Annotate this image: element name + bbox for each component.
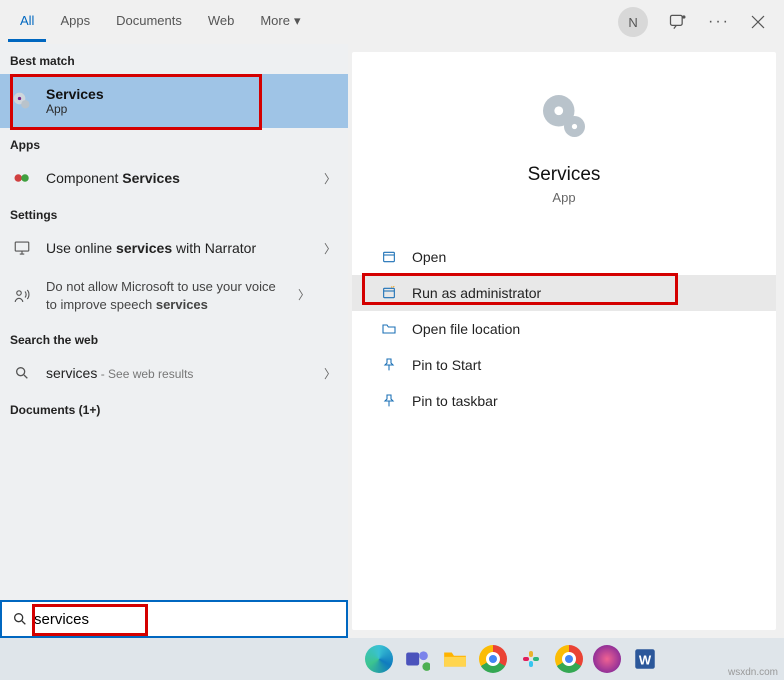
section-search-web: Search the web [0, 323, 348, 353]
section-apps: Apps [0, 128, 348, 158]
watermark: wsxdn.com [728, 667, 778, 678]
results-panel: Best match Services App Apps Component S… [0, 44, 348, 638]
action-open[interactable]: Open [352, 239, 776, 275]
folder-icon [380, 320, 398, 338]
detail-title: Services [528, 164, 601, 186]
highlight-search-text [32, 604, 148, 636]
component-icon [12, 168, 32, 188]
chevron-right-icon: 〉 [324, 240, 336, 257]
taskbar-teams-icon[interactable] [400, 642, 434, 676]
taskbar-edge-icon[interactable] [362, 642, 396, 676]
monitor-icon [12, 238, 32, 258]
action-pin-to-taskbar[interactable]: Pin to taskbar [352, 383, 776, 419]
search-icon [12, 611, 28, 627]
action-label: Pin to taskbar [412, 393, 498, 409]
gear-icon [536, 88, 592, 144]
tab-web[interactable]: Web [196, 3, 247, 42]
top-tabs-bar: All Apps Documents Web More ▾ N ··· [0, 0, 784, 44]
avatar[interactable]: N [618, 7, 648, 37]
taskbar-chrome-icon[interactable] [476, 642, 510, 676]
result-label: Component Services [46, 170, 310, 186]
tab-apps[interactable]: Apps [48, 3, 102, 42]
action-label: Pin to Start [412, 357, 481, 373]
highlight-run-admin [362, 273, 678, 305]
result-web-services[interactable]: services - See web results 〉 [0, 353, 348, 393]
section-settings: Settings [0, 198, 348, 228]
more-icon[interactable]: ··· [708, 13, 730, 31]
taskbar: W [0, 638, 784, 680]
action-label: Open [412, 249, 446, 265]
pin-icon [380, 392, 398, 410]
result-component-services[interactable]: Component Services 〉 [0, 158, 348, 198]
open-icon [380, 248, 398, 266]
taskbar-word-icon[interactable]: W [628, 642, 662, 676]
highlight-best-match [10, 74, 262, 130]
chevron-right-icon: 〉 [298, 287, 310, 303]
section-best-match: Best match [0, 44, 348, 74]
person-voice-icon [12, 286, 32, 306]
result-label: services - See web results [46, 365, 310, 381]
result-label: Do not allow Microsoft to use your voice… [46, 278, 284, 313]
tab-more-label: More [260, 13, 290, 28]
tab-all[interactable]: All [8, 3, 46, 42]
detail-subtitle: App [552, 190, 575, 205]
tab-more[interactable]: More ▾ [248, 3, 312, 42]
result-narrator-services[interactable]: Use online services with Narrator 〉 [0, 228, 348, 268]
svg-text:W: W [639, 652, 652, 667]
result-label: Use online services with Narrator [46, 240, 310, 256]
detail-panel: Services App Open Run as administrator [352, 52, 776, 630]
close-icon[interactable] [750, 14, 766, 30]
chevron-right-icon: 〉 [324, 170, 336, 187]
feedback-icon[interactable] [668, 12, 688, 32]
action-label: Open file location [412, 321, 520, 337]
action-open-file-location[interactable]: Open file location [352, 311, 776, 347]
tab-documents[interactable]: Documents [104, 3, 194, 42]
taskbar-chrome2-icon[interactable] [552, 642, 586, 676]
taskbar-app-icon[interactable] [590, 642, 624, 676]
result-speech-services[interactable]: Do not allow Microsoft to use your voice… [0, 268, 348, 323]
action-pin-to-start[interactable]: Pin to Start [352, 347, 776, 383]
pin-icon [380, 356, 398, 374]
taskbar-explorer-icon[interactable] [438, 642, 472, 676]
search-bar[interactable] [0, 600, 348, 638]
chevron-down-icon: ▾ [294, 13, 301, 29]
section-documents: Documents (1+) [0, 393, 348, 423]
search-icon [12, 363, 32, 383]
chevron-right-icon: 〉 [324, 365, 336, 382]
taskbar-slack-icon[interactable] [514, 642, 548, 676]
